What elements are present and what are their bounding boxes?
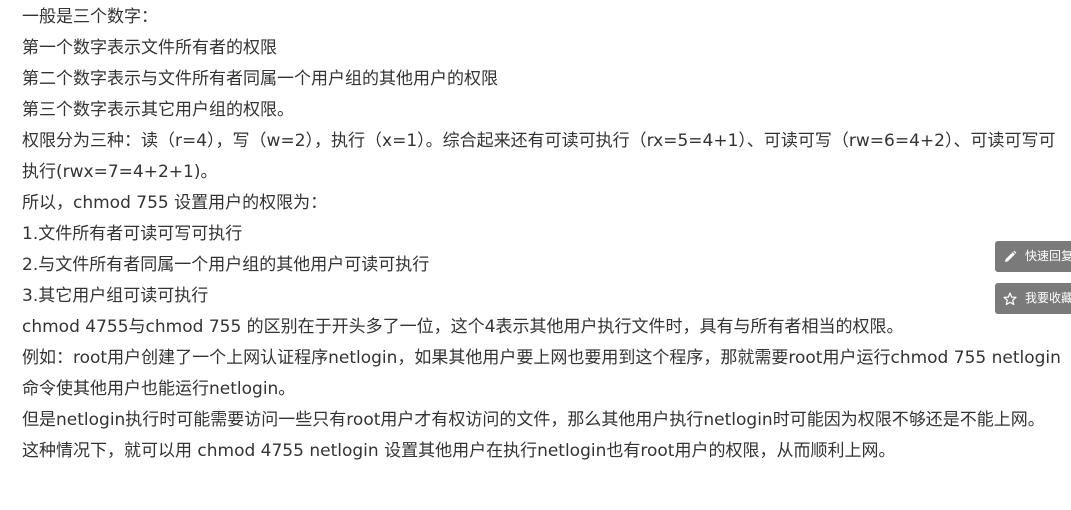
paragraph: 第二个数字表示与文件所有者同属一个用户组的其他用户的权限: [22, 69, 498, 89]
paragraph: 这种情况下，就可以用 chmod 4755 netlogin 设置其他用户在执行…: [22, 441, 896, 461]
paragraph: 3.其它用户组可读可执行: [22, 286, 209, 306]
paragraph: 1.文件所有者可读可写可执行: [22, 224, 243, 244]
paragraph: 2.与文件所有者同属一个用户组的其他用户可读可执行: [22, 255, 430, 275]
quick-reply-button[interactable]: 快速回复: [995, 241, 1071, 272]
favorite-button[interactable]: 我要收藏: [995, 283, 1071, 314]
paragraph: 第三个数字表示其它用户组的权限。: [22, 100, 294, 120]
paragraph: 一般是三个数字：: [22, 7, 158, 27]
favorite-label: 我要收藏: [1025, 291, 1071, 305]
paragraph: 例如：root用户创建了一个上网认证程序netlogin，如果其他用户要上网也要…: [22, 348, 1061, 399]
article-body: 一般是三个数字： 第一个数字表示文件所有者的权限 第二个数字表示与文件所有者同属…: [22, 2, 1067, 467]
paragraph: 所以，chmod 755 设置用户的权限为：: [22, 193, 328, 213]
star-icon: [1003, 291, 1017, 305]
pencil-icon: [1005, 250, 1017, 262]
paragraph: 权限分为三种：读（r=4），写（w=2），执行（x=1）。综合起来还有可读可执行…: [22, 131, 1056, 182]
paragraph: 第一个数字表示文件所有者的权限: [22, 38, 277, 58]
paragraph: 但是netlogin执行时可能需要访问一些只有root用户才有权访问的文件，那么…: [22, 410, 1045, 430]
paragraph: chmod 4755与chmod 755 的区别在于开头多了一位，这个4表示其他…: [22, 317, 904, 337]
quick-reply-label: 快速回复: [1025, 249, 1071, 263]
